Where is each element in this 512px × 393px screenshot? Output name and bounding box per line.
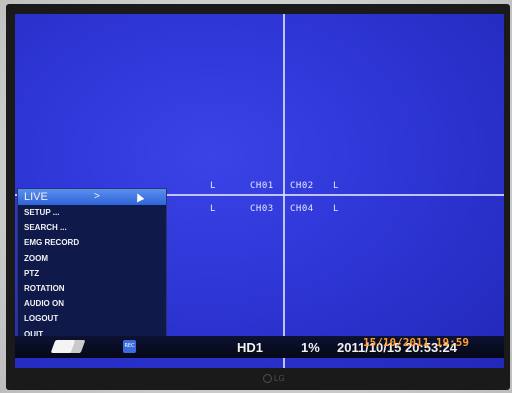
disk-usage-indicator: 1% — [301, 340, 320, 355]
menu-item-logout[interactable]: LOGOUT — [18, 311, 166, 326]
channel-flag-right: L — [333, 181, 339, 191]
menu-item-audio-on[interactable]: AUDIO ON — [18, 296, 166, 311]
mouse-cursor-icon — [133, 191, 145, 203]
menu-item-rotation[interactable]: ROTATION — [18, 281, 166, 296]
menu-item-emg-record[interactable]: EMG RECORD — [18, 235, 166, 250]
channel-label-ch03: CH03 — [250, 204, 274, 214]
brand-label: LG — [274, 374, 285, 383]
rec-icon[interactable]: REC — [123, 340, 136, 353]
channel-label-ch04: CH04 — [290, 204, 314, 214]
monitor-bezel: L CH01 CH02 L L CH03 CH04 L LIVE > SETUP… — [6, 4, 510, 390]
quality-indicator: HD1 — [237, 340, 264, 355]
channel-label-ch02: CH02 — [290, 181, 314, 191]
menu-item-label: LIVE — [24, 191, 48, 203]
channel-flag-left: L — [210, 181, 216, 191]
quad-divider-vertical — [283, 14, 285, 368]
menu-item-setup[interactable]: SETUP ... — [18, 205, 166, 220]
main-menu: LIVE > SETUP ... SEARCH ... EMG RECORD Z… — [17, 188, 167, 350]
book-icon[interactable] — [50, 340, 86, 353]
lg-logo-icon — [263, 374, 272, 384]
channel-flag-left: L — [210, 204, 216, 214]
menu-item-zoom[interactable]: ZOOM — [18, 251, 166, 266]
menu-item-search[interactable]: SEARCH ... — [18, 220, 166, 235]
menu-item-live[interactable]: LIVE > — [18, 189, 166, 205]
brand-logo: LG — [263, 374, 285, 384]
channel-flag-right: L — [333, 204, 339, 214]
submenu-arrow-icon: > — [94, 191, 100, 202]
menu-item-ptz[interactable]: PTZ — [18, 266, 166, 281]
channel-label-ch01: CH01 — [250, 181, 274, 191]
photo-timestamp: 15/10/2011 19:59 — [363, 336, 469, 349]
dvr-screen: L CH01 CH02 L L CH03 CH04 L LIVE > SETUP… — [15, 14, 504, 368]
